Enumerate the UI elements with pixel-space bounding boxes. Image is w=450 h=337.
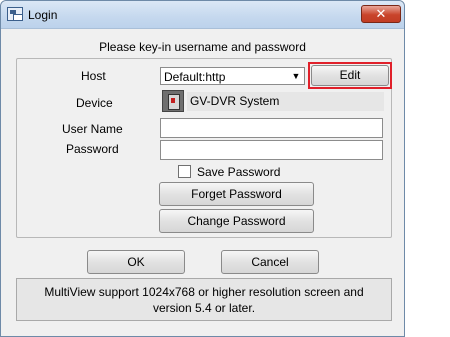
save-password-label[interactable]: Save Password (197, 165, 280, 179)
resolution-notice: MultiView support 1024x768 or higher res… (16, 278, 392, 321)
username-input[interactable] (160, 118, 383, 138)
forget-password-label: Forget Password (191, 187, 282, 201)
login-prompt: Please key-in username and password (99, 40, 306, 54)
device-label: Device (76, 96, 113, 110)
cancel-button-label: Cancel (251, 255, 289, 269)
edit-button[interactable]: Edit (311, 65, 389, 86)
save-password-checkbox[interactable] (178, 165, 191, 178)
password-input[interactable] (160, 140, 383, 160)
window-title: Login (28, 8, 58, 22)
resolution-notice-line1: MultiView support 1024x768 or higher res… (44, 285, 364, 299)
dvr-device-icon (162, 90, 184, 112)
password-label: Password (66, 142, 119, 156)
login-dialog: Login ✕ Please key-in username and passw… (0, 0, 405, 337)
device-value: GV-DVR System (190, 94, 280, 108)
cancel-button[interactable]: Cancel (221, 250, 319, 274)
resolution-notice-line2: version 5.4 or later. (152, 301, 256, 315)
close-icon: ✕ (375, 6, 387, 21)
chevron-down-icon[interactable]: ▼ (289, 69, 303, 83)
ok-button-label: OK (127, 255, 145, 269)
change-password-label: Change Password (187, 214, 286, 228)
title-bar[interactable]: Login ✕ (1, 1, 404, 29)
forget-password-button[interactable]: Forget Password (159, 182, 314, 206)
host-select-value: Default:http (164, 70, 226, 84)
device-field: GV-DVR System (187, 92, 384, 111)
change-password-button[interactable]: Change Password (159, 209, 314, 233)
login-window-icon (7, 7, 23, 21)
ok-button[interactable]: OK (87, 250, 185, 274)
username-label: User Name (62, 122, 123, 136)
host-select[interactable]: Default:http ▼ (160, 67, 305, 85)
edit-button-label: Edit (339, 68, 361, 82)
close-button[interactable]: ✕ (361, 5, 401, 23)
host-label: Host (81, 69, 106, 83)
